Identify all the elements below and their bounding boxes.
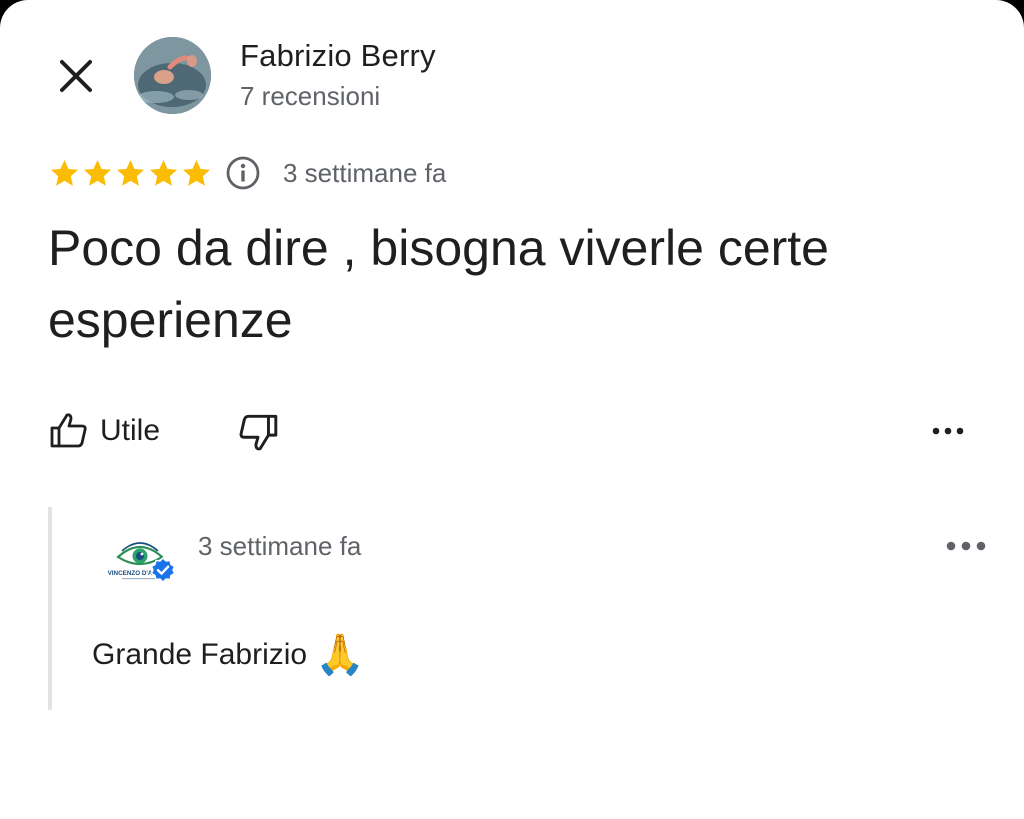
star-icon: [51, 159, 78, 186]
star-icon: [84, 159, 111, 186]
star-icon: [150, 159, 177, 186]
star-icon: [117, 159, 144, 186]
review-more-button[interactable]: [928, 416, 968, 446]
reply-message: Grande Fabrizio: [92, 637, 308, 671]
info-icon[interactable]: [225, 155, 261, 191]
close-button[interactable]: [50, 50, 102, 102]
more-horizontal-icon[interactable]: [932, 427, 964, 435]
reviewer-name[interactable]: Fabrizio Berry: [240, 38, 436, 74]
owner-reply: VINCENZO D'AMATO 3 settimane fa Grande F…: [48, 507, 988, 710]
helpful-label[interactable]: Utile: [100, 414, 160, 448]
thumbs-up-icon[interactable]: [48, 410, 90, 452]
reviewer-review-count: 7 recensioni: [240, 81, 381, 111]
verified-badge-icon: [150, 557, 176, 583]
review-sheet: Fabrizio Berry 7 recensioni 3 settimane …: [0, 0, 1024, 819]
close-icon[interactable]: [56, 56, 96, 96]
reply-text: Grande Fabrizio 🙏: [92, 631, 365, 678]
reply-date: 3 settimane fa: [198, 531, 362, 561]
more-horizontal-icon[interactable]: [946, 541, 986, 551]
reply-more-button[interactable]: [944, 531, 988, 561]
rating-row: 3 settimane fa: [48, 152, 446, 194]
helpful-button[interactable]: Utile: [48, 408, 160, 454]
reviewer-avatar[interactable]: [134, 37, 211, 114]
thumbs-down-icon[interactable]: [236, 410, 280, 454]
folded-hands-emoji: 🙏: [315, 632, 365, 678]
not-helpful-button[interactable]: [236, 410, 280, 454]
review-actions: Utile: [48, 408, 978, 454]
review-text: Poco da dire , bisogna viverle certe esp…: [48, 220, 829, 348]
reply-indent-bar: [48, 507, 52, 710]
star-icon: [183, 159, 210, 186]
star-rating: [48, 157, 213, 190]
review-date: 3 settimane fa: [283, 157, 447, 188]
